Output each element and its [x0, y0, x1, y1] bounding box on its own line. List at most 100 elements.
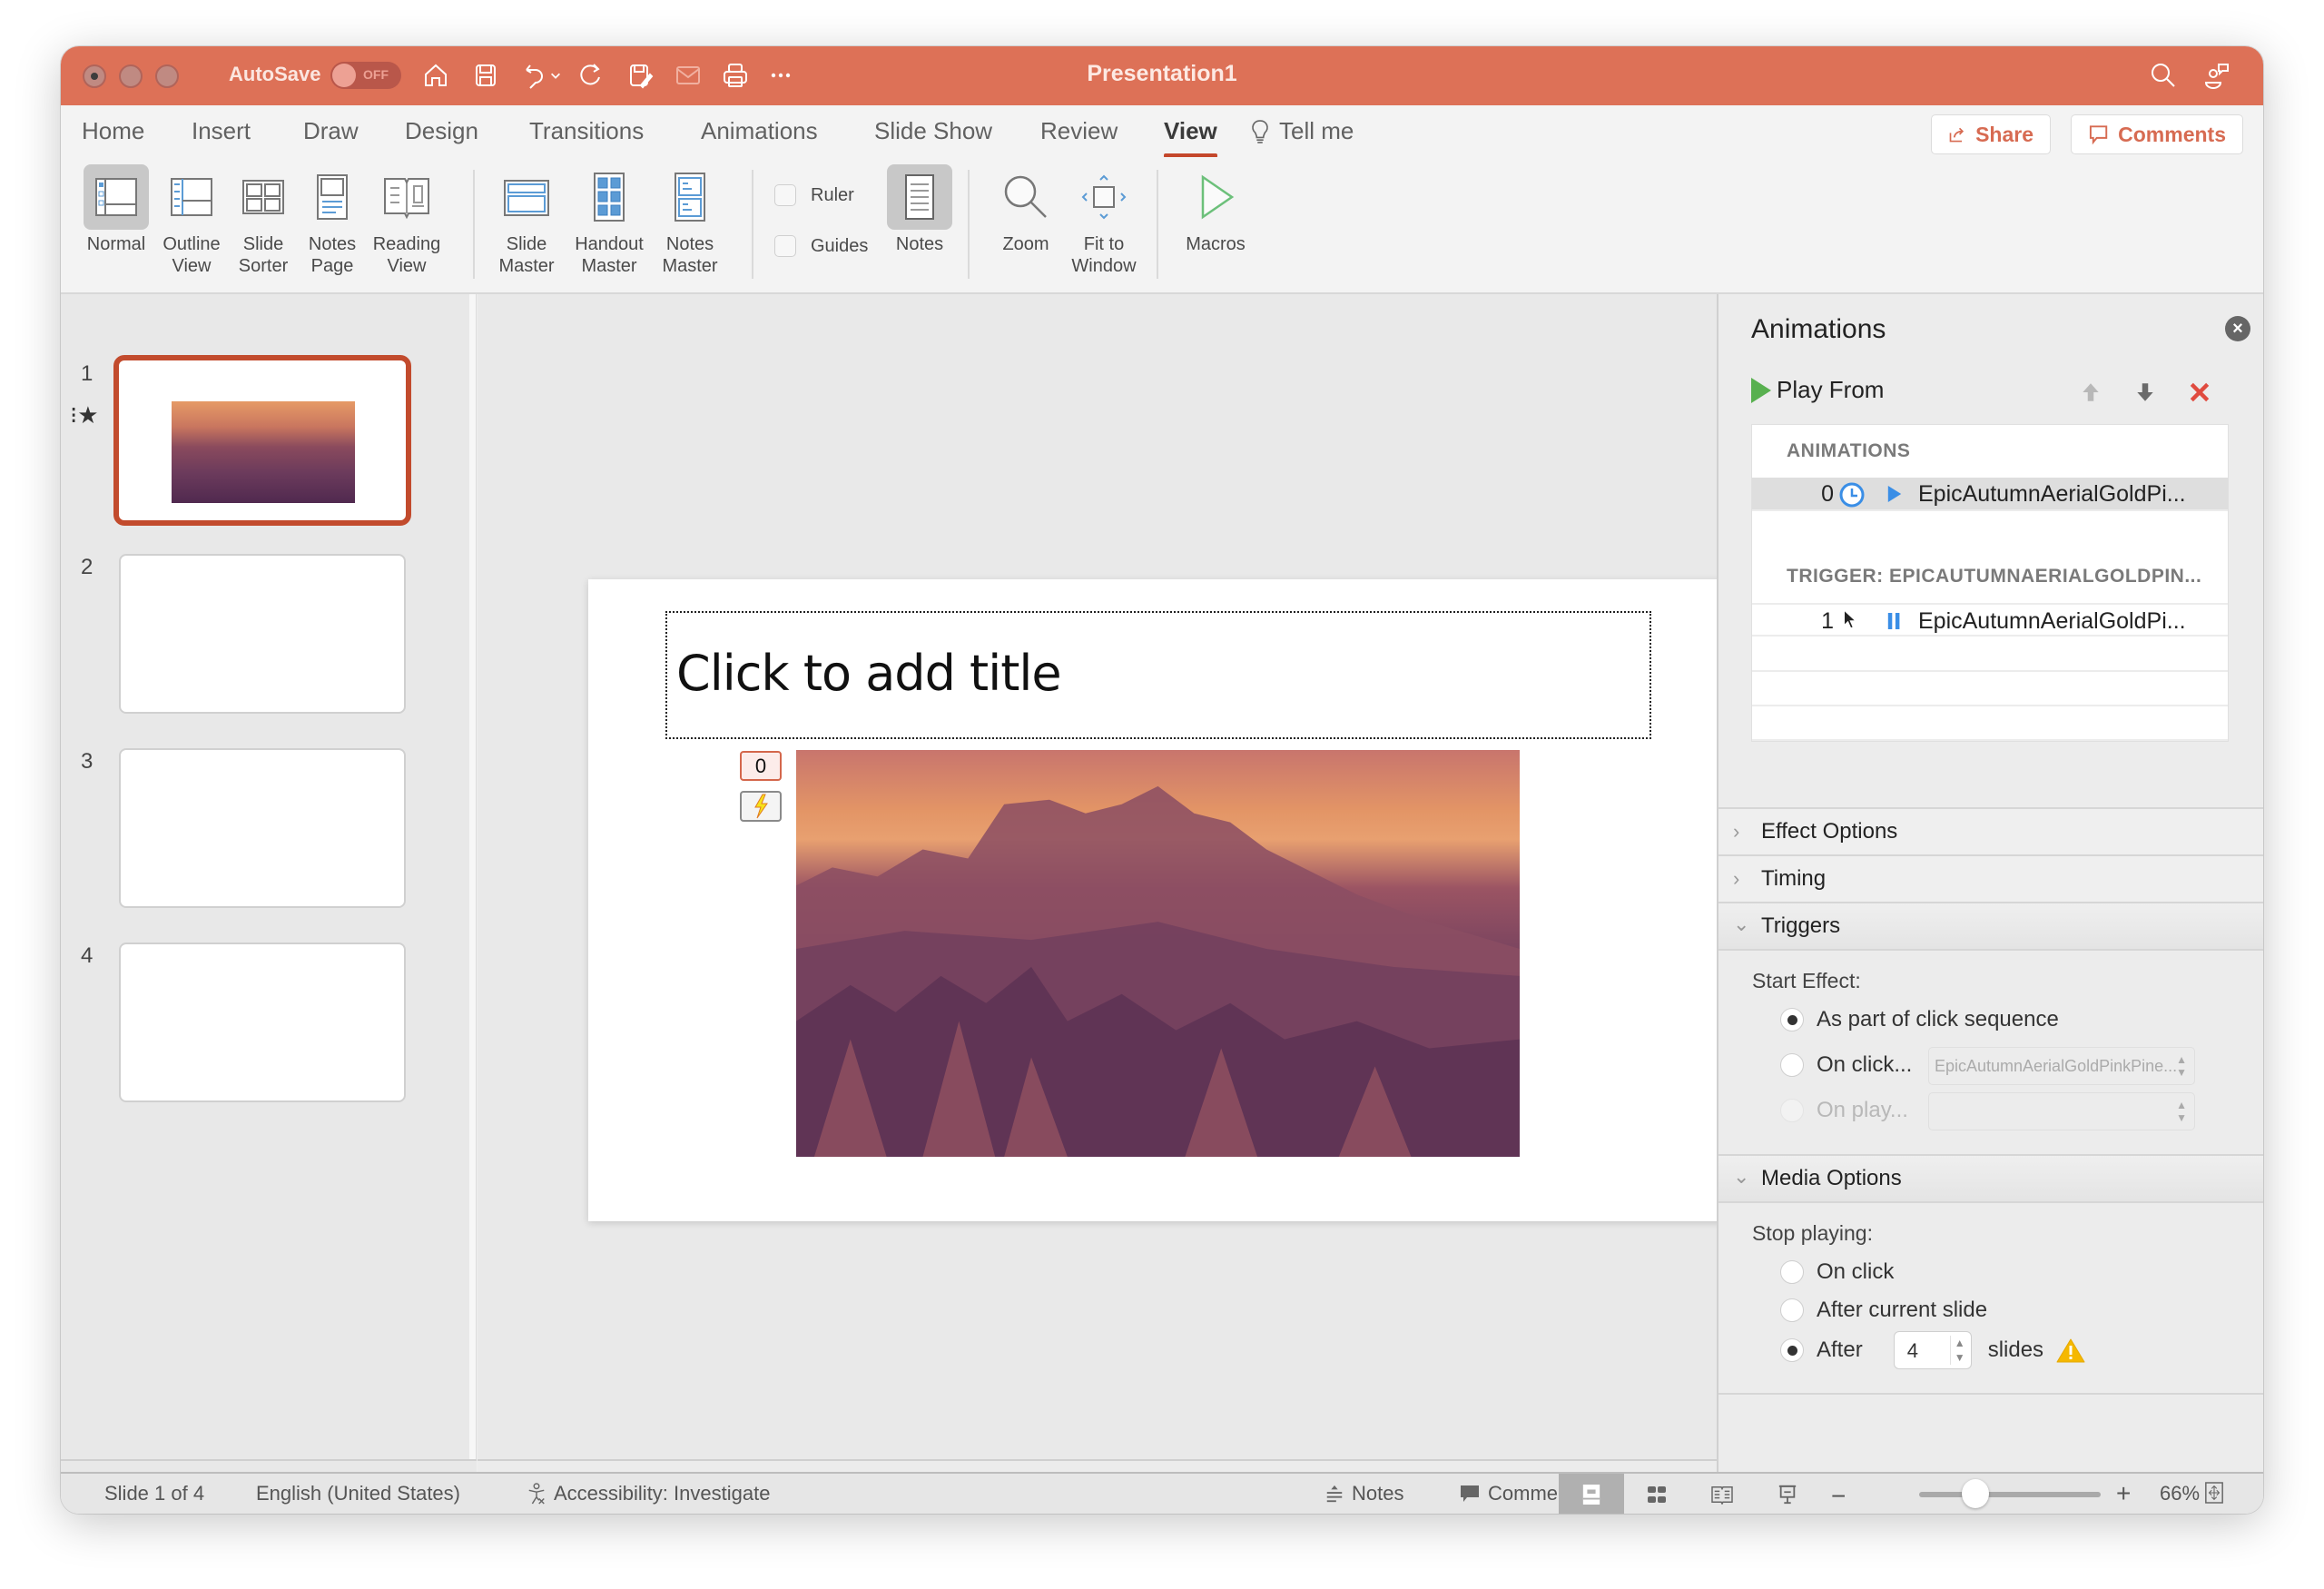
triggers-section[interactable]: ⌄ Triggers: [1718, 902, 2263, 949]
move-up-button[interactable]: [2076, 378, 2105, 407]
warning-icon: [2056, 1338, 2085, 1363]
ribbon-separator: [1157, 170, 1158, 279]
radio-stop-after-current-slide[interactable]: After current slide: [1780, 1298, 1987, 1323]
move-down-button[interactable]: [2131, 378, 2160, 407]
notes-toggle-button[interactable]: Notes: [883, 164, 956, 255]
lightbulb-icon: [1252, 119, 1268, 143]
thumbnail-number: 2: [81, 555, 94, 579]
close-window-button[interactable]: [83, 64, 106, 88]
zoom-out-button[interactable]: −: [1831, 1482, 1846, 1511]
notes-master-button[interactable]: Notes Master: [651, 164, 729, 277]
slide-master-button[interactable]: Slide Master: [488, 164, 565, 277]
animation-order-badge[interactable]: 0: [740, 751, 782, 781]
tab-design[interactable]: Design: [405, 117, 478, 145]
notes-page-button[interactable]: Notes Page: [300, 164, 365, 277]
search-icon[interactable]: [2147, 59, 2180, 92]
language-indicator[interactable]: English (United States): [256, 1482, 460, 1505]
pane-splitter[interactable]: [469, 294, 477, 1459]
effect-options-section[interactable]: › Effect Options: [1718, 807, 2263, 854]
animation-item[interactable]: 0 EpicAutumnAerialGoldPi...: [1752, 478, 2228, 511]
fit-to-window-button[interactable]: Fit to Window: [1065, 164, 1143, 277]
comment-bubble-icon: [1461, 1485, 1479, 1502]
reading-view-status-button[interactable]: [1689, 1474, 1755, 1514]
magnifier-icon: [1004, 175, 1047, 218]
ruler-checkbox[interactable]: Ruler: [774, 184, 854, 206]
chevron-right-icon: ›: [1733, 820, 1740, 843]
undo-icon[interactable]: [517, 59, 550, 92]
stop-playing-label: Stop playing:: [1752, 1221, 1873, 1245]
reading-view-button[interactable]: Reading View: [366, 164, 448, 277]
slide-canvas[interactable]: Click to add title 0: [588, 579, 1729, 1221]
delete-animation-button[interactable]: [2185, 378, 2214, 407]
guides-checkbox[interactable]: Guides: [774, 235, 868, 257]
notes-status-button[interactable]: Notes: [1324, 1482, 1403, 1505]
normal-view-button[interactable]: Normal: [78, 164, 154, 255]
video-image[interactable]: [796, 750, 1520, 1157]
normal-view-icon: [1582, 1485, 1600, 1505]
macros-button[interactable]: Macros: [1170, 164, 1261, 255]
comments-button[interactable]: Comments: [2071, 114, 2243, 154]
tell-me-search[interactable]: Tell me: [1250, 117, 1354, 145]
slide-thumbnail-4[interactable]: [119, 943, 406, 1102]
redo-icon[interactable]: [574, 59, 606, 92]
zoom-in-button[interactable]: +: [2116, 1479, 2131, 1508]
print-icon[interactable]: [719, 59, 752, 92]
handout-master-icon: [594, 173, 625, 222]
play-from-button[interactable]: Play From: [1751, 376, 1884, 404]
handout-master-button[interactable]: Handout Master: [567, 164, 651, 277]
zoom-slider[interactable]: [1919, 1492, 2101, 1497]
normal-view-icon: [95, 178, 137, 216]
share-button[interactable]: Share: [1931, 114, 2051, 154]
undo-dropdown-icon[interactable]: [547, 59, 565, 92]
notes-master-icon: [675, 173, 705, 222]
radio-stop-on-click[interactable]: On click: [1780, 1259, 1894, 1285]
zoom-button[interactable]: Zoom: [987, 164, 1065, 255]
tab-animations[interactable]: Animations: [701, 117, 818, 145]
autosave-toggle[interactable]: OFF: [330, 62, 401, 89]
trigger-lightning-icon[interactable]: [740, 791, 782, 822]
tab-view[interactable]: View: [1164, 117, 1217, 158]
share-people-icon[interactable]: [2201, 59, 2233, 92]
normal-view-status-button[interactable]: [1559, 1474, 1624, 1514]
slide-sorter-button[interactable]: Slide Sorter: [229, 164, 298, 277]
thumbnail-number: 1: [81, 361, 94, 386]
tab-slide-show[interactable]: Slide Show: [874, 117, 992, 145]
close-pane-button[interactable]: ×: [2225, 316, 2250, 341]
slide-thumbnail-1[interactable]: [113, 355, 411, 526]
outline-view-button[interactable]: Outline View: [156, 164, 227, 277]
tab-draw[interactable]: Draw: [303, 117, 359, 145]
save-icon[interactable]: [469, 59, 502, 92]
home-icon[interactable]: [419, 59, 452, 92]
slide-thumbnail-3[interactable]: [119, 748, 406, 908]
more-icon[interactable]: [764, 59, 797, 92]
zoom-window-button[interactable]: [155, 64, 179, 88]
slide-sorter-status-button[interactable]: [1624, 1474, 1689, 1514]
zoom-slider-handle[interactable]: [1962, 1479, 1990, 1508]
minimize-window-button[interactable]: [119, 64, 143, 88]
email-icon[interactable]: [672, 59, 704, 92]
ribbon-separator: [473, 170, 475, 279]
trigger-animation-item[interactable]: 1 EpicAutumnAerialGoldPi...: [1752, 603, 2228, 637]
radio-click-sequence[interactable]: As part of click sequence: [1780, 1007, 2059, 1032]
radio-on-click[interactable]: On click...: [1780, 1052, 1912, 1078]
zoom-percent[interactable]: 66%: [2160, 1482, 2200, 1505]
save-as-icon[interactable]: [624, 59, 656, 92]
tab-insert[interactable]: Insert: [192, 117, 251, 145]
fit-slide-button[interactable]: [2204, 1481, 2224, 1505]
outline-view-icon: [171, 178, 212, 216]
title-placeholder[interactable]: Click to add title: [665, 611, 1651, 739]
radio-stop-after-slides[interactable]: After 4 ▲ ▼ slides: [1780, 1331, 2085, 1369]
tab-review[interactable]: Review: [1040, 117, 1118, 145]
accessibility-checker[interactable]: Accessibility: Investigate: [527, 1482, 770, 1505]
tab-home[interactable]: Home: [82, 117, 144, 145]
on-click-trigger-select[interactable]: EpicAutumnAerialGoldPinkPine... ▲ ▼: [1928, 1047, 2195, 1085]
macros-play-icon: [1201, 174, 1235, 220]
tab-transitions[interactable]: Transitions: [529, 117, 644, 145]
slides-count-stepper[interactable]: 4 ▲ ▼: [1893, 1331, 1972, 1369]
arrow-down-icon: [2137, 383, 2153, 401]
slideshow-status-button[interactable]: [1755, 1474, 1820, 1514]
slide-thumbnail-2[interactable]: [119, 554, 406, 714]
timing-section[interactable]: › Timing: [1718, 854, 2263, 902]
chevron-down-icon: ⌄: [1733, 1165, 1750, 1188]
media-options-section[interactable]: ⌄ Media Options: [1718, 1154, 2263, 1201]
